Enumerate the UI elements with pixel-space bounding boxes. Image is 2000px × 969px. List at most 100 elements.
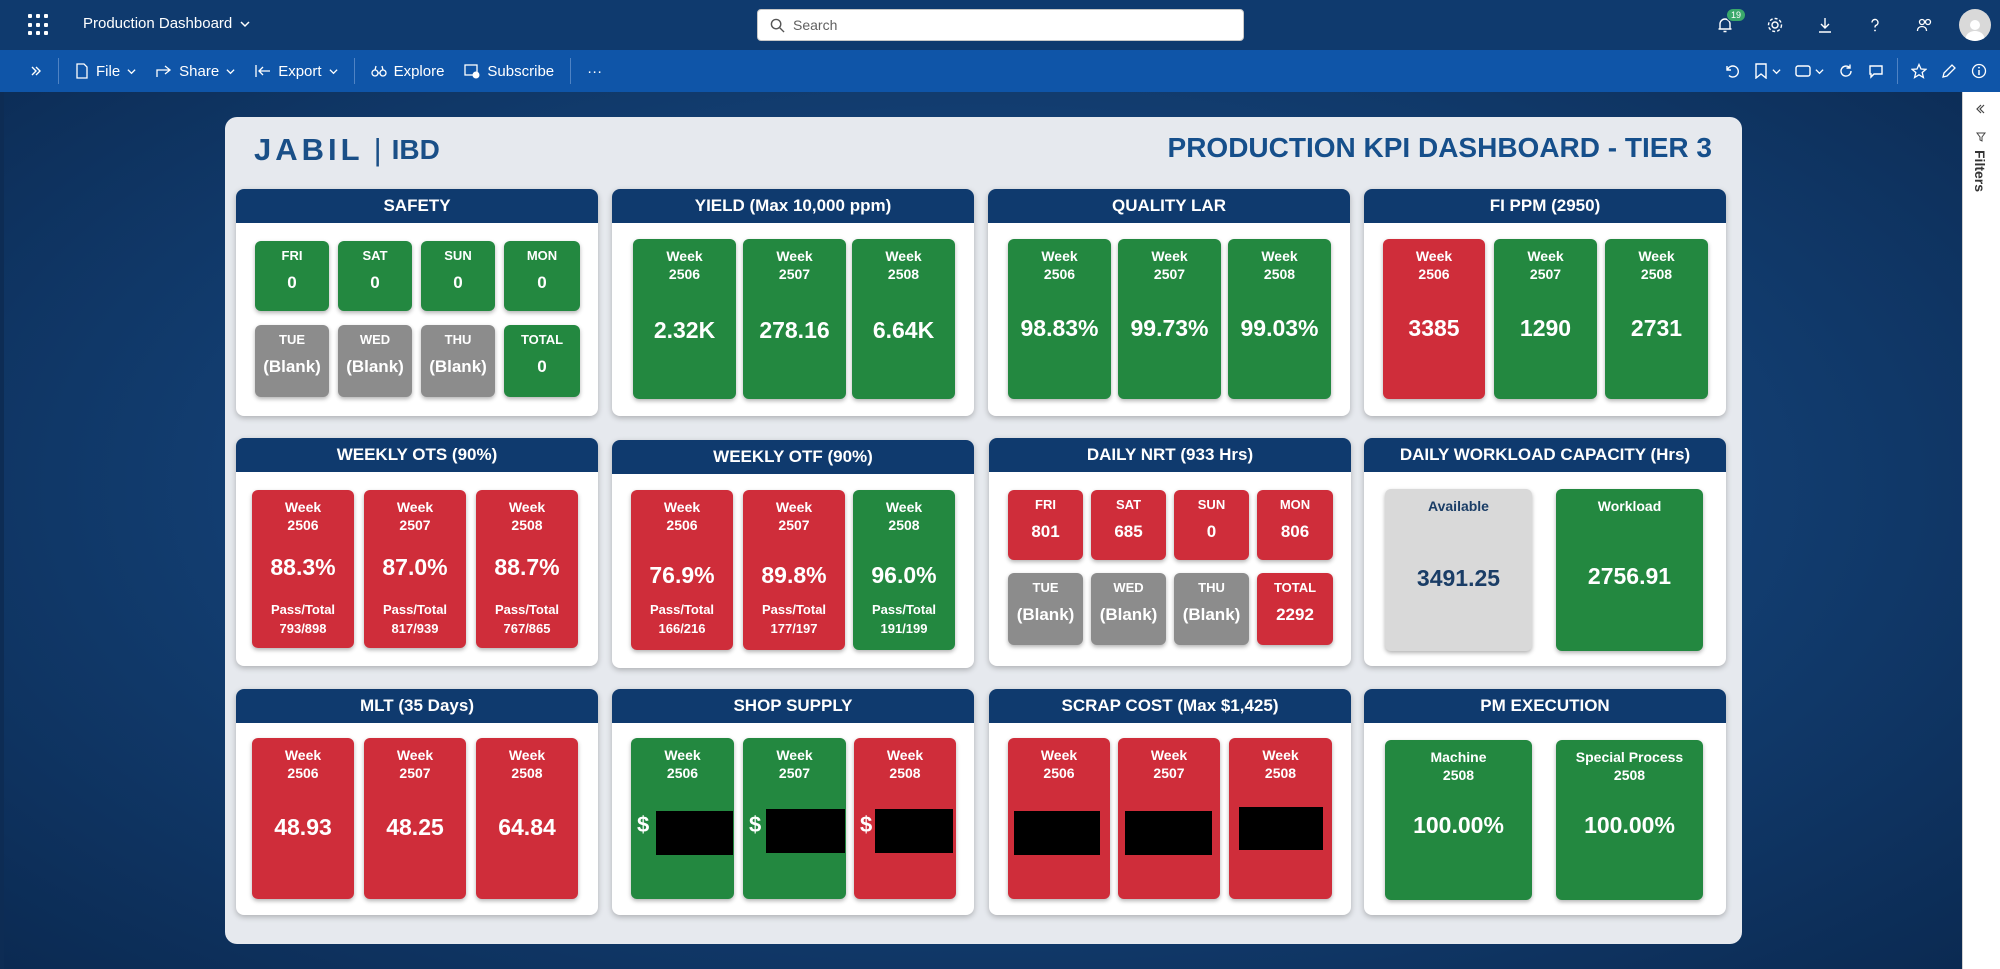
download-button[interactable] [1800, 0, 1850, 50]
tile-value: 0 [370, 273, 380, 292]
search-input[interactable]: Search [757, 9, 1244, 41]
account-button[interactable] [1950, 0, 2000, 50]
explore-button[interactable]: Explore [361, 50, 455, 92]
chevron-left-icon[interactable] [1975, 104, 1985, 114]
yield-tile-2506[interactable]: Week 2506 2.32K [633, 239, 736, 399]
tile-label: Week [284, 499, 322, 515]
nrt-tile-mon[interactable]: MON 806 [1257, 490, 1333, 560]
nrt-tile-thu[interactable]: THU (Blank) [1174, 573, 1249, 645]
otf-tile-2506[interactable]: Week 2506 76.9% Pass/Total 166/216 [631, 490, 733, 650]
safety-panel: SAFETY FRI 0 SAT 0 SUN 0 MON 0 TUE (Blank) WE… [236, 189, 598, 416]
nrt-tile-sun[interactable]: SUN 0 [1174, 490, 1249, 560]
view-button[interactable] [1788, 50, 1831, 92]
tile-week: 2506 [287, 765, 319, 781]
otf-tile-2507[interactable]: Week 2507 89.8% Pass/Total 177/197 [743, 490, 845, 650]
tile-pass-value: 191/199 [880, 621, 928, 636]
nrt-tile-tue[interactable]: TUE (Blank) [1008, 573, 1083, 645]
ots-tile-2506[interactable]: Week 2506 88.3% Pass/Total 793/898 [252, 490, 354, 648]
pm-special-process-tile[interactable]: Special Process 2508 100.00% [1556, 740, 1703, 900]
scrap-tile-2506[interactable]: Week 2506 [1008, 738, 1110, 899]
safety-tile-fri[interactable]: FRI 0 [255, 241, 329, 311]
ots-tile-2507[interactable]: Week 2507 87.0% Pass/Total 817/939 [364, 490, 466, 648]
file-icon [76, 63, 88, 79]
tile-value: 801 [1031, 522, 1060, 541]
safety-tile-sat[interactable]: SAT 0 [338, 241, 412, 311]
share-feedback-button[interactable] [1900, 0, 1950, 50]
mlt-tile-2506[interactable]: Week 2506 48.93 [252, 738, 354, 899]
report-title-dropdown[interactable]: Production Dashboard [83, 15, 250, 32]
safety-tile-total[interactable]: TOTAL 0 [504, 325, 580, 397]
tile-label: TOTAL [1273, 580, 1317, 595]
yield-tile-2507[interactable]: Week 2507 278.16 [743, 239, 846, 399]
tile-value: 88.7% [494, 554, 560, 580]
comments-button[interactable] [1861, 50, 1891, 92]
bookmarks-button[interactable] [1747, 50, 1788, 92]
chevron-down-icon [328, 68, 338, 74]
file-menu-button[interactable]: File [65, 50, 146, 92]
safety-tile-wed[interactable]: WED (Blank) [338, 325, 412, 397]
tile-value: 0 [537, 357, 547, 376]
tile-value: 98.83% [1020, 315, 1099, 341]
quality-tile-2506[interactable]: Week 2506 98.83% [1008, 239, 1111, 399]
export-menu-button[interactable]: Export [245, 50, 347, 92]
nrt-tile-wed[interactable]: WED (Blank) [1091, 573, 1166, 645]
safety-tile-mon[interactable]: MON 0 [504, 241, 580, 311]
pm-machine-tile[interactable]: Machine 2508 100.00% [1385, 740, 1532, 900]
scrap-tile-2508[interactable]: Week 2508 [1229, 738, 1332, 899]
quality-tile-2508[interactable]: Week 2508 99.03% [1228, 239, 1331, 399]
refresh-button[interactable] [1831, 50, 1861, 92]
shop-tile-2506[interactable]: Week 2506 $ [631, 738, 734, 899]
tile-value: (Blank) [263, 357, 321, 376]
edit-button[interactable] [1934, 50, 1964, 92]
nrt-tile-sat[interactable]: SAT 685 [1091, 490, 1166, 560]
mlt-tile-2508[interactable]: Week 2508 64.84 [476, 738, 578, 899]
tile-label: Week [1262, 747, 1299, 763]
tile-label: TOTAL [520, 332, 564, 347]
notifications-button[interactable]: 19 [1700, 0, 1750, 50]
notification-count-badge: 19 [1726, 8, 1747, 22]
nrt-tile-total[interactable]: TOTAL 2292 [1257, 573, 1333, 645]
tile-value: 3385 [1408, 315, 1460, 341]
safety-tile-thu[interactable]: THU (Blank) [421, 325, 495, 397]
otf-tile-2508[interactable]: Week 2508 96.0% Pass/Total 191/199 [853, 490, 955, 650]
tile-label: Week [396, 747, 434, 763]
fippm-tile-2507[interactable]: Week 2507 1290 [1494, 239, 1597, 399]
settings-button[interactable] [1750, 0, 1800, 50]
scrap-tile-2507[interactable]: Week 2507 [1118, 738, 1220, 899]
panel-title: DAILY NRT (933 Hrs) [989, 438, 1351, 472]
tile-week: 2506 [287, 517, 319, 533]
app-launcher-icon[interactable] [28, 14, 50, 36]
reset-button[interactable] [1717, 50, 1747, 92]
refresh-icon [1840, 64, 1852, 77]
safety-tile-sun[interactable]: SUN 0 [421, 241, 495, 311]
subscribe-button[interactable]: Subscribe [454, 50, 564, 92]
available-tile[interactable]: Available 3491.25 [1385, 489, 1532, 651]
favorite-button[interactable] [1904, 50, 1934, 92]
filters-label[interactable]: Filters [1972, 150, 1988, 192]
filters-pane[interactable] [1962, 92, 2000, 969]
share-menu-button[interactable]: Share [146, 50, 245, 92]
tile-value: (Blank) [1016, 605, 1075, 624]
workload-tile[interactable]: Workload 2756.91 [1556, 489, 1703, 651]
shop-tile-2507[interactable]: Week 2507 $ [743, 738, 846, 899]
yield-tile-2508[interactable]: Week 2508 6.64K [852, 239, 955, 399]
info-button[interactable] [1964, 50, 1994, 92]
tile-label: WED [359, 332, 391, 347]
shop-tile-2508[interactable]: Week 2508 $ [854, 738, 956, 899]
tile-label: Workload [1597, 498, 1662, 514]
fippm-tile-2506[interactable]: Week 2506 3385 [1383, 239, 1485, 399]
nrt-tile-fri[interactable]: FRI 801 [1008, 490, 1083, 560]
tile-value: 99.73% [1130, 315, 1209, 341]
tile-label: Week [284, 747, 322, 763]
tile-label: Week [666, 248, 703, 264]
safety-tile-tue[interactable]: TUE (Blank) [255, 325, 329, 397]
tile-label: WED [1113, 580, 1144, 595]
chevron-down-icon [127, 68, 136, 74]
more-options-button[interactable]: ··· [577, 50, 612, 92]
fippm-tile-2508[interactable]: Week 2508 2731 [1605, 239, 1708, 399]
quality-tile-2507[interactable]: Week 2507 99.73% [1118, 239, 1221, 399]
help-button[interactable] [1850, 0, 1900, 50]
ots-tile-2508[interactable]: Week 2508 88.7% Pass/Total 767/865 [476, 490, 578, 648]
mlt-tile-2507[interactable]: Week 2507 48.25 [364, 738, 466, 899]
expand-nav-button[interactable] [20, 50, 52, 92]
